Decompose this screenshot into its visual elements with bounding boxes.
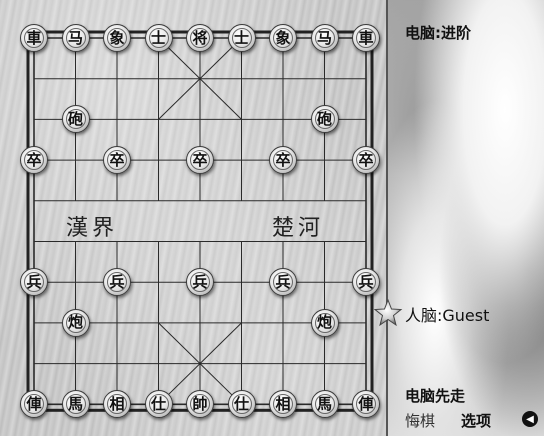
piece-label: 相 — [109, 394, 125, 413]
chess-piece[interactable]: 卒 — [103, 146, 131, 175]
chess-piece[interactable]: 仕 — [144, 390, 173, 419]
piece-label: 炮 — [67, 313, 83, 332]
chess-piece[interactable]: 卒 — [20, 146, 48, 175]
piece-label: 将 — [192, 28, 208, 47]
piece-label: 砲 — [316, 109, 332, 128]
chess-piece[interactable]: 馬 — [61, 390, 90, 419]
piece-label: 卒 — [192, 150, 208, 169]
chess-piece[interactable]: 兵 — [103, 268, 131, 297]
chess-piece[interactable]: 兵 — [20, 268, 48, 297]
river-label-left: 漢界 — [66, 216, 119, 241]
chess-piece[interactable]: 卒 — [186, 146, 214, 175]
piece-label: 俥 — [26, 394, 42, 413]
chess-piece[interactable]: 車 — [352, 24, 380, 52]
chess-piece[interactable]: 車 — [20, 24, 48, 52]
piece-label: 仕 — [150, 394, 166, 413]
piece-label: 炮 — [316, 313, 332, 332]
chess-piece[interactable]: 仕 — [227, 390, 256, 419]
star-icon — [373, 299, 403, 327]
piece-label: 马 — [316, 28, 332, 47]
status-text: 电脑先走 — [405, 387, 466, 405]
piece-label: 車 — [358, 28, 374, 47]
piece-label: 兵 — [358, 272, 374, 291]
options-button[interactable]: 选项 — [461, 410, 491, 431]
chess-piece[interactable]: 将 — [186, 24, 214, 52]
piece-label: 马 — [67, 28, 83, 47]
chess-piece[interactable]: 兵 — [186, 268, 214, 297]
chess-piece[interactable]: 兵 — [352, 268, 380, 297]
piece-label: 兵 — [109, 272, 125, 291]
chess-piece[interactable]: 炮 — [310, 308, 339, 337]
human-player-label: 人脑:Guest — [405, 306, 490, 325]
board-grid — [26, 30, 374, 412]
side-panel — [388, 0, 544, 436]
chess-board[interactable]: 漢界 楚河 車 马 象 士 将 士 象 马 車砲 砲卒 卒 卒 卒 卒兵 兵 兵 兵 兵炮 炮俥 馬 相 仕 帥 仕 相 馬 俥 — [0, 0, 388, 436]
piece-label: 帥 — [192, 394, 208, 413]
river-label-right: 楚河 — [272, 216, 325, 241]
chess-piece[interactable]: 士 — [144, 24, 173, 52]
piece-label: 卒 — [275, 150, 291, 169]
piece-label: 馬 — [316, 394, 332, 413]
chess-piece[interactable]: 炮 — [61, 308, 90, 337]
piece-label: 砲 — [67, 109, 83, 128]
piece-label: 卒 — [109, 150, 125, 169]
chess-piece[interactable]: 士 — [227, 24, 256, 52]
piece-label: 卒 — [358, 150, 374, 169]
piece-label: 象 — [275, 28, 291, 47]
piece-label: 象 — [109, 28, 125, 47]
undo-button[interactable]: 悔棋 — [405, 410, 435, 431]
chess-piece[interactable]: 砲 — [61, 105, 90, 134]
chess-piece[interactable]: 砲 — [310, 105, 339, 134]
piece-label: 兵 — [275, 272, 291, 291]
piece-label: 兵 — [192, 272, 208, 291]
piece-label: 相 — [275, 394, 291, 413]
piece-label: 馬 — [67, 394, 83, 413]
piece-label: 兵 — [26, 272, 42, 291]
piece-label: 車 — [26, 28, 42, 47]
chess-piece[interactable]: 象 — [103, 24, 131, 52]
chess-piece[interactable]: 马 — [310, 24, 339, 52]
piece-label: 士 — [233, 28, 249, 47]
chess-piece[interactable]: 馬 — [310, 390, 339, 419]
sound-icon[interactable]: ◀ — [522, 411, 538, 427]
piece-label: 俥 — [358, 394, 374, 413]
chess-piece[interactable]: 兵 — [269, 268, 297, 297]
chess-piece[interactable]: 卒 — [352, 146, 380, 175]
chess-piece[interactable]: 卒 — [269, 146, 297, 175]
piece-label: 士 — [150, 28, 166, 47]
chess-piece[interactable]: 马 — [61, 24, 90, 52]
piece-label: 仕 — [233, 394, 249, 413]
piece-label: 卒 — [26, 150, 42, 169]
computer-player-label: 电脑:进阶 — [405, 24, 471, 42]
chess-piece[interactable]: 象 — [269, 24, 297, 52]
